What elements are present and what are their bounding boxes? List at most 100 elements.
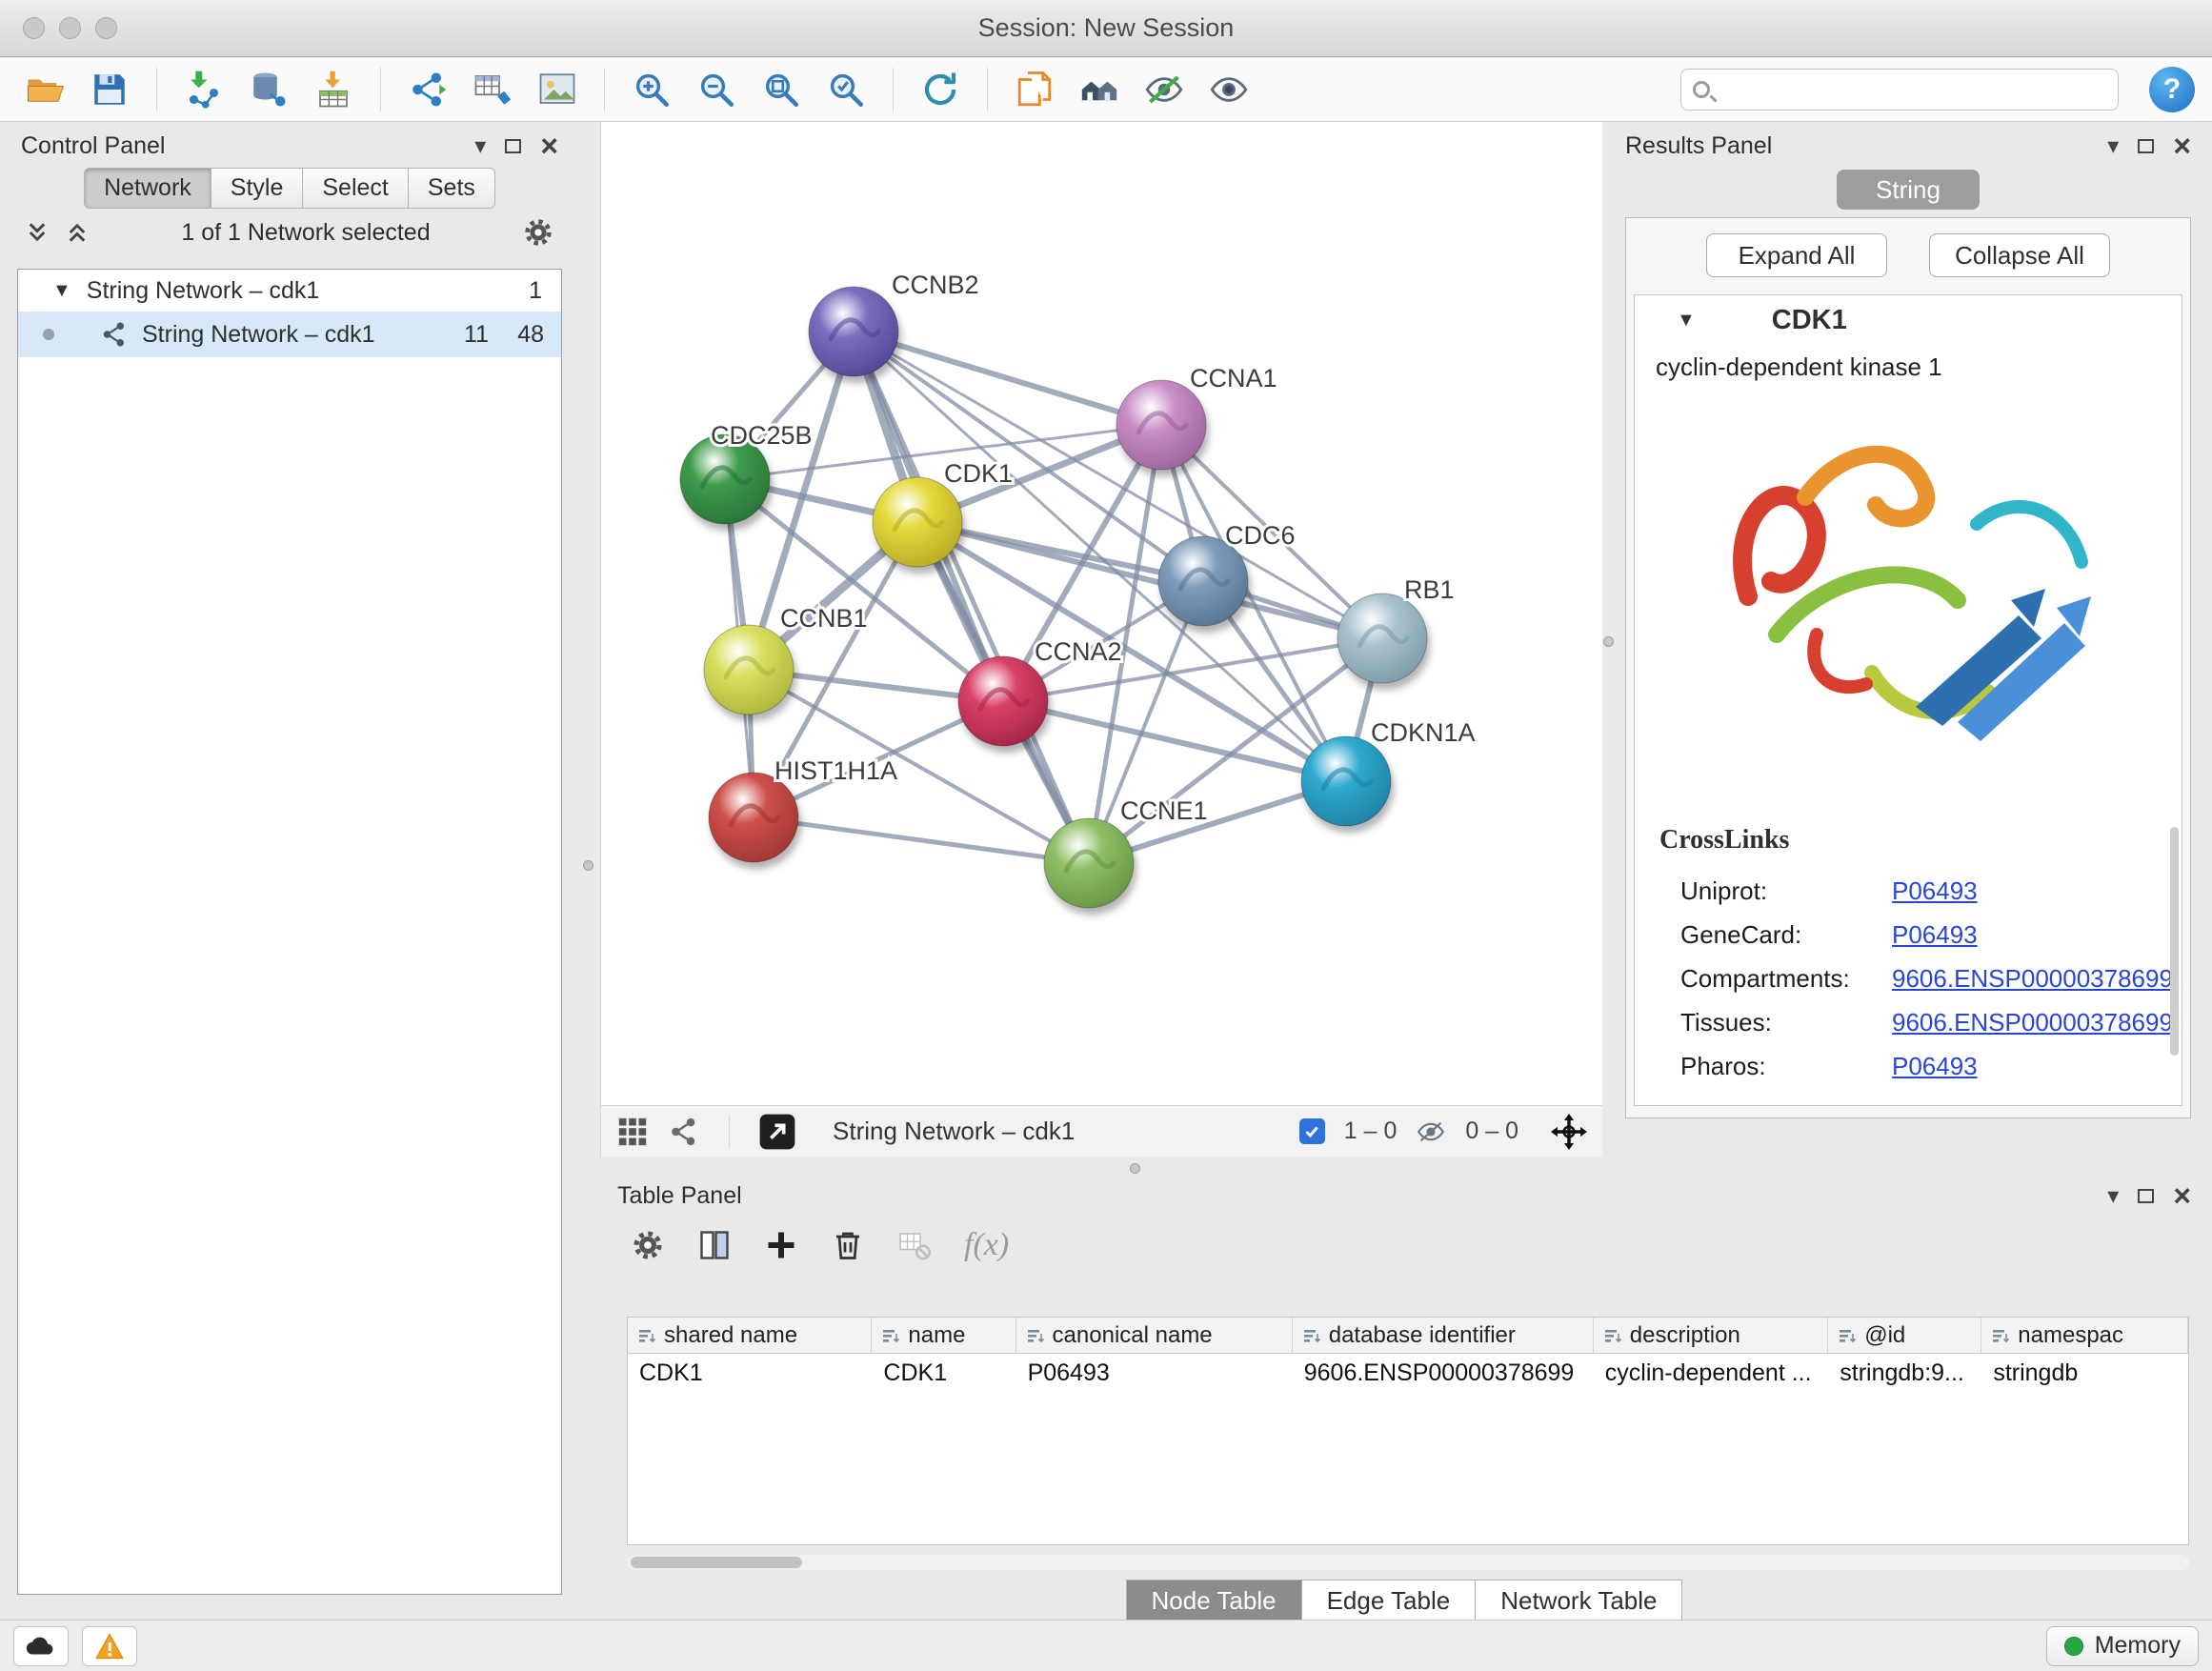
- export-view-icon[interactable]: [758, 1113, 796, 1151]
- show-all-icon[interactable]: [1201, 63, 1257, 116]
- export-image-icon[interactable]: [530, 63, 585, 116]
- panel-menu-icon[interactable]: ▾: [2107, 1182, 2119, 1210]
- memory-button[interactable]: Memory: [2046, 1626, 2199, 1666]
- warning-icon[interactable]: [82, 1626, 137, 1666]
- import-network-database-icon[interactable]: [241, 63, 296, 116]
- tree-expander-icon[interactable]: ▼: [52, 280, 71, 302]
- node-label-CDC6: CDC6: [1225, 521, 1296, 550]
- column-header--id[interactable]: @id: [1828, 1318, 1981, 1353]
- column-header-description[interactable]: description: [1594, 1318, 1828, 1353]
- network-node-CCNE1[interactable]: [1044, 818, 1134, 908]
- network-edge-CCNB2-CCNA1[interactable]: [854, 332, 1161, 425]
- panel-float-icon[interactable]: [505, 139, 521, 153]
- add-column-icon[interactable]: [764, 1228, 798, 1262]
- network-node-CCNB2[interactable]: [809, 287, 898, 376]
- show-columns-icon[interactable]: [697, 1228, 732, 1262]
- tab-string[interactable]: String: [1837, 170, 1980, 210]
- splitter-handle[interactable]: [583, 860, 593, 871]
- delete-column-trash-icon[interactable]: [831, 1228, 865, 1262]
- panel-float-icon[interactable]: [2138, 139, 2154, 153]
- grid-view-icon[interactable]: [616, 1116, 649, 1148]
- help-icon[interactable]: ?: [2149, 67, 2195, 112]
- birdseye-view-icon[interactable]: [668, 1116, 700, 1148]
- column-header-shared-name[interactable]: shared name: [628, 1318, 872, 1353]
- network-node-HIST1H1A[interactable]: [709, 773, 798, 862]
- crosslink-link[interactable]: P06493: [1892, 1052, 1978, 1081]
- table-hscrollbar-thumb[interactable]: [631, 1557, 802, 1568]
- search-input[interactable]: [1719, 76, 2106, 104]
- hide-selected-icon[interactable]: [1136, 63, 1192, 116]
- expand-all-icon[interactable]: [65, 220, 90, 245]
- tab-network[interactable]: Network: [84, 168, 211, 209]
- panel-menu-icon[interactable]: ▾: [2107, 132, 2119, 160]
- column-header-namespac[interactable]: namespac: [1981, 1318, 2188, 1353]
- network-node-CCNA2[interactable]: [958, 656, 1048, 746]
- crosslink-row: Tissues:9606.ENSP00000378699: [1635, 1000, 2182, 1044]
- table-settings-gear-icon[interactable]: [631, 1228, 665, 1262]
- section-expander-icon[interactable]: ▼: [1677, 310, 1696, 332]
- network-edge-CDK1-RB1[interactable]: [917, 522, 1382, 638]
- cloud-icon[interactable]: [13, 1626, 69, 1666]
- export-table-icon[interactable]: [465, 63, 520, 116]
- panel-close-icon[interactable]: ×: [2173, 136, 2191, 155]
- panel-close-icon[interactable]: ×: [2173, 1186, 2191, 1205]
- refresh-icon[interactable]: [913, 63, 968, 116]
- collapse-all-button[interactable]: Collapse All: [1929, 233, 2110, 277]
- network-node-RB1[interactable]: [1337, 594, 1427, 683]
- save-session-icon[interactable]: [82, 63, 137, 116]
- table-panel: Table Panel ▾ × f(x) shared namenamecano…: [604, 1176, 2204, 1620]
- network-node-CDKN1A[interactable]: [1301, 736, 1391, 826]
- zoom-out-icon[interactable]: [689, 63, 744, 116]
- gene-description: cyclin-dependent kinase 1: [1635, 345, 2182, 382]
- gear-icon[interactable]: [522, 216, 554, 249]
- clone-network-icon[interactable]: [1007, 63, 1062, 116]
- pan-tool-icon[interactable]: [1551, 1114, 1587, 1150]
- zoom-selected-icon[interactable]: [818, 63, 874, 116]
- tab-style[interactable]: Style: [211, 168, 304, 209]
- zoom-fit-icon[interactable]: [754, 63, 809, 116]
- first-neighbors-icon[interactable]: [1072, 63, 1127, 116]
- network-node-CCNA1[interactable]: [1116, 380, 1206, 470]
- export-network-icon[interactable]: [400, 63, 455, 116]
- network-collection-row[interactable]: ▼ String Network – cdk1 1: [18, 270, 561, 312]
- network-edge-HIST1H1A-CCNE1[interactable]: [754, 817, 1089, 863]
- open-session-icon[interactable]: [17, 63, 72, 116]
- import-network-file-icon[interactable]: [176, 63, 231, 116]
- tab-node-table[interactable]: Node Table: [1126, 1580, 1302, 1622]
- expand-all-button[interactable]: Expand All: [1706, 233, 1887, 277]
- network-node-CDK1[interactable]: [873, 477, 962, 567]
- node-label-HIST1H1A: HIST1H1A: [774, 756, 897, 785]
- panel-float-icon[interactable]: [2138, 1189, 2154, 1203]
- tab-sets[interactable]: Sets: [409, 168, 495, 209]
- network-canvas[interactable]: CCNB2CCNA1CDC25BCDK1CDC6RB1CCNB1CCNA2CDK…: [600, 122, 1602, 1105]
- table-row[interactable]: CDK1CDK1P064939606.ENSP00000378699cyclin…: [628, 1354, 2188, 1394]
- table-hscrollbar[interactable]: [627, 1555, 2189, 1570]
- crosslink-link[interactable]: P06493: [1892, 920, 1978, 950]
- tab-edge-table[interactable]: Edge Table: [1302, 1580, 1477, 1622]
- column-header-database-identifier[interactable]: database identifier: [1293, 1318, 1594, 1353]
- results-scrollbar[interactable]: [2170, 827, 2179, 1056]
- crosslink-label: GeneCard:: [1680, 920, 1892, 950]
- network-node-CDC6[interactable]: [1158, 536, 1248, 626]
- import-table-icon[interactable]: [306, 63, 361, 116]
- zoom-in-icon[interactable]: [624, 63, 679, 116]
- network-row-selected[interactable]: String Network – cdk1 11 48: [18, 312, 561, 357]
- column-header-canonical-name[interactable]: canonical name: [1016, 1318, 1293, 1353]
- splitter-handle[interactable]: [1130, 1163, 1140, 1174]
- search-box[interactable]: [1680, 69, 2119, 111]
- node-label-CDC25B: CDC25B: [711, 421, 813, 450]
- crosslink-link[interactable]: P06493: [1892, 876, 1978, 906]
- tab-select[interactable]: Select: [303, 168, 408, 209]
- function-builder-icon[interactable]: f(x): [964, 1227, 1009, 1263]
- crosslink-link[interactable]: 9606.ENSP00000378699: [1892, 964, 2173, 994]
- splitter-handle[interactable]: [1603, 636, 1614, 647]
- node-label-CCNA2: CCNA2: [1035, 637, 1122, 666]
- selected-checkbox-icon[interactable]: [1299, 1118, 1325, 1144]
- collapse-all-icon[interactable]: [25, 220, 50, 245]
- column-header-name[interactable]: name: [872, 1318, 1016, 1353]
- tab-network-table[interactable]: Network Table: [1476, 1580, 1682, 1622]
- crosslink-link[interactable]: 9606.ENSP00000378699: [1892, 1008, 2173, 1037]
- panel-menu-icon[interactable]: ▾: [474, 132, 486, 160]
- network-node-CCNB1[interactable]: [704, 625, 794, 715]
- panel-close-icon[interactable]: ×: [540, 136, 558, 155]
